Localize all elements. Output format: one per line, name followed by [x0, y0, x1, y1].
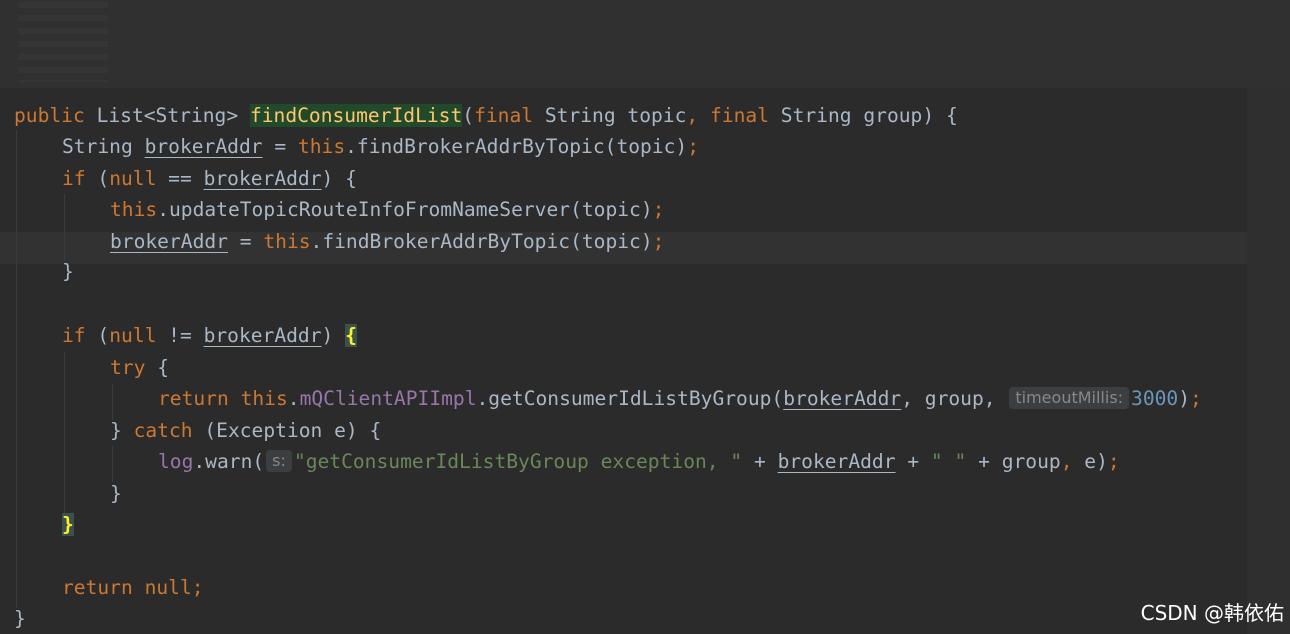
- punctuation: ;: [652, 198, 665, 221]
- code-text: =: [227, 230, 264, 253]
- keyword: final: [710, 104, 781, 127]
- variable-reference[interactable]: brokerAddr: [783, 387, 901, 410]
- code-text: e): [1084, 450, 1108, 473]
- code-text: ==: [156, 167, 204, 190]
- code-text: +: [895, 450, 931, 473]
- number-literal: 3000: [1131, 387, 1179, 410]
- keyword: try: [110, 356, 158, 379]
- code-text: !=: [156, 324, 204, 347]
- keyword: public: [14, 104, 97, 127]
- code-line-5[interactable]: brokerAddr = this.findBrokerAddrByTopic(…: [110, 227, 664, 257]
- field-reference[interactable]: mQClientAPIImpl: [300, 387, 477, 410]
- variable-reference[interactable]: brokerAddr: [110, 230, 228, 253]
- variable-reference[interactable]: brokerAddr: [204, 167, 322, 190]
- editor-margin: [1247, 88, 1290, 634]
- code-text: +: [742, 450, 778, 473]
- code-line-11[interactable]: } catch (Exception e) {: [110, 416, 381, 446]
- code-line-17[interactable]: }: [14, 604, 26, 634]
- punctuation: ;: [1107, 450, 1120, 473]
- variable-reference[interactable]: brokerAddr: [204, 324, 322, 347]
- indent-guide: [112, 384, 113, 420]
- keyword: null: [109, 324, 157, 347]
- code-text: String group) {: [780, 104, 958, 127]
- keyword: return: [62, 576, 145, 599]
- code-text: }: [110, 482, 122, 505]
- keyword: return: [158, 387, 241, 410]
- variable-reference[interactable]: brokerAddr: [778, 450, 896, 473]
- code-line-2[interactable]: String brokerAddr = this.findBrokerAddrB…: [62, 132, 699, 162]
- punctuation: ;: [687, 135, 700, 158]
- code-line-13[interactable]: }: [110, 479, 122, 509]
- keyword: this: [297, 135, 346, 158]
- code-text: .warn(: [193, 450, 265, 473]
- code-text: ): [1178, 387, 1191, 410]
- code-line-12[interactable]: log.warn(s: "getConsumerIdListByGroup exc…: [158, 447, 1120, 477]
- code-text: (Exception e) {: [204, 419, 382, 442]
- method-name[interactable]: findConsumerIdList: [249, 104, 463, 127]
- code-text: ) {: [321, 167, 357, 190]
- keyword: null: [144, 576, 192, 599]
- keyword: null: [109, 167, 157, 190]
- indent-guide: [112, 446, 113, 482]
- punctuation: ;: [1190, 387, 1202, 410]
- code-text: {: [157, 356, 169, 379]
- matched-brace[interactable]: {: [345, 324, 357, 347]
- code-line-8[interactable]: if (null != brokerAddr) {: [62, 321, 357, 351]
- code-text: }: [110, 419, 134, 442]
- code-line-14[interactable]: }: [62, 510, 74, 540]
- csdn-watermark: CSDN @韩依佑: [1140, 601, 1284, 625]
- parameter-hint: s:: [266, 450, 292, 472]
- code-text: ): [321, 324, 346, 347]
- string-literal: "getConsumerIdListByGroup exception, ": [293, 450, 743, 473]
- code-text: , group,: [901, 387, 1008, 410]
- code-line-16[interactable]: return null;: [62, 573, 204, 603]
- code-text: .findBrokerAddrByTopic(topic): [310, 230, 653, 253]
- indent-guide: [64, 352, 65, 514]
- code-line-9[interactable]: try {: [110, 353, 169, 383]
- punctuation: ,: [1060, 450, 1085, 473]
- code-text: (: [462, 104, 475, 127]
- field-reference[interactable]: log: [158, 450, 193, 473]
- punctuation: ;: [652, 230, 665, 253]
- code-text: .findBrokerAddrByTopic(topic): [345, 135, 688, 158]
- code-text: String topic: [544, 104, 687, 127]
- code-text: List<String>: [96, 104, 250, 127]
- code-text: }: [62, 260, 74, 283]
- keyword: if: [62, 324, 98, 347]
- keyword: final: [474, 104, 545, 127]
- matched-brace[interactable]: }: [62, 513, 74, 536]
- code-text: + group: [966, 450, 1061, 473]
- code-text: =: [262, 135, 298, 158]
- faint-background-text: [18, 2, 108, 82]
- string-literal: " ": [930, 450, 967, 473]
- keyword: this: [240, 387, 288, 410]
- variable-reference[interactable]: brokerAddr: [145, 135, 263, 158]
- keyword: this: [263, 230, 311, 253]
- code-text: (: [97, 167, 110, 190]
- code-line-10[interactable]: return this.mQClientAPIImpl.getConsumerI…: [158, 384, 1202, 414]
- punctuation: ;: [191, 576, 204, 599]
- code-text: .getConsumerIdListByGroup(: [476, 387, 784, 410]
- code-line-6[interactable]: }: [62, 257, 74, 287]
- indent-guide: [64, 194, 65, 260]
- code-text: .updateTopicRouteInfoFromNameServer(topi…: [157, 198, 653, 221]
- indent-guide: [16, 130, 17, 608]
- code-line-1[interactable]: public List<String> findConsumerIdList(f…: [14, 101, 958, 131]
- parameter-hint: timeoutMillis:: [1009, 387, 1130, 409]
- code-text: }: [14, 607, 26, 630]
- code-line-3[interactable]: if (null == brokerAddr) {: [62, 164, 357, 194]
- keyword: catch: [133, 419, 205, 442]
- punctuation: ,: [686, 104, 711, 127]
- keyword: this: [110, 198, 158, 221]
- code-text: String: [62, 135, 145, 158]
- keyword: if: [62, 167, 98, 190]
- code-line-4[interactable]: this.updateTopicRouteInfoFromNameServer(…: [110, 195, 664, 225]
- top-strip: [0, 0, 1290, 88]
- code-text: (: [97, 324, 110, 347]
- code-text: .: [287, 387, 300, 410]
